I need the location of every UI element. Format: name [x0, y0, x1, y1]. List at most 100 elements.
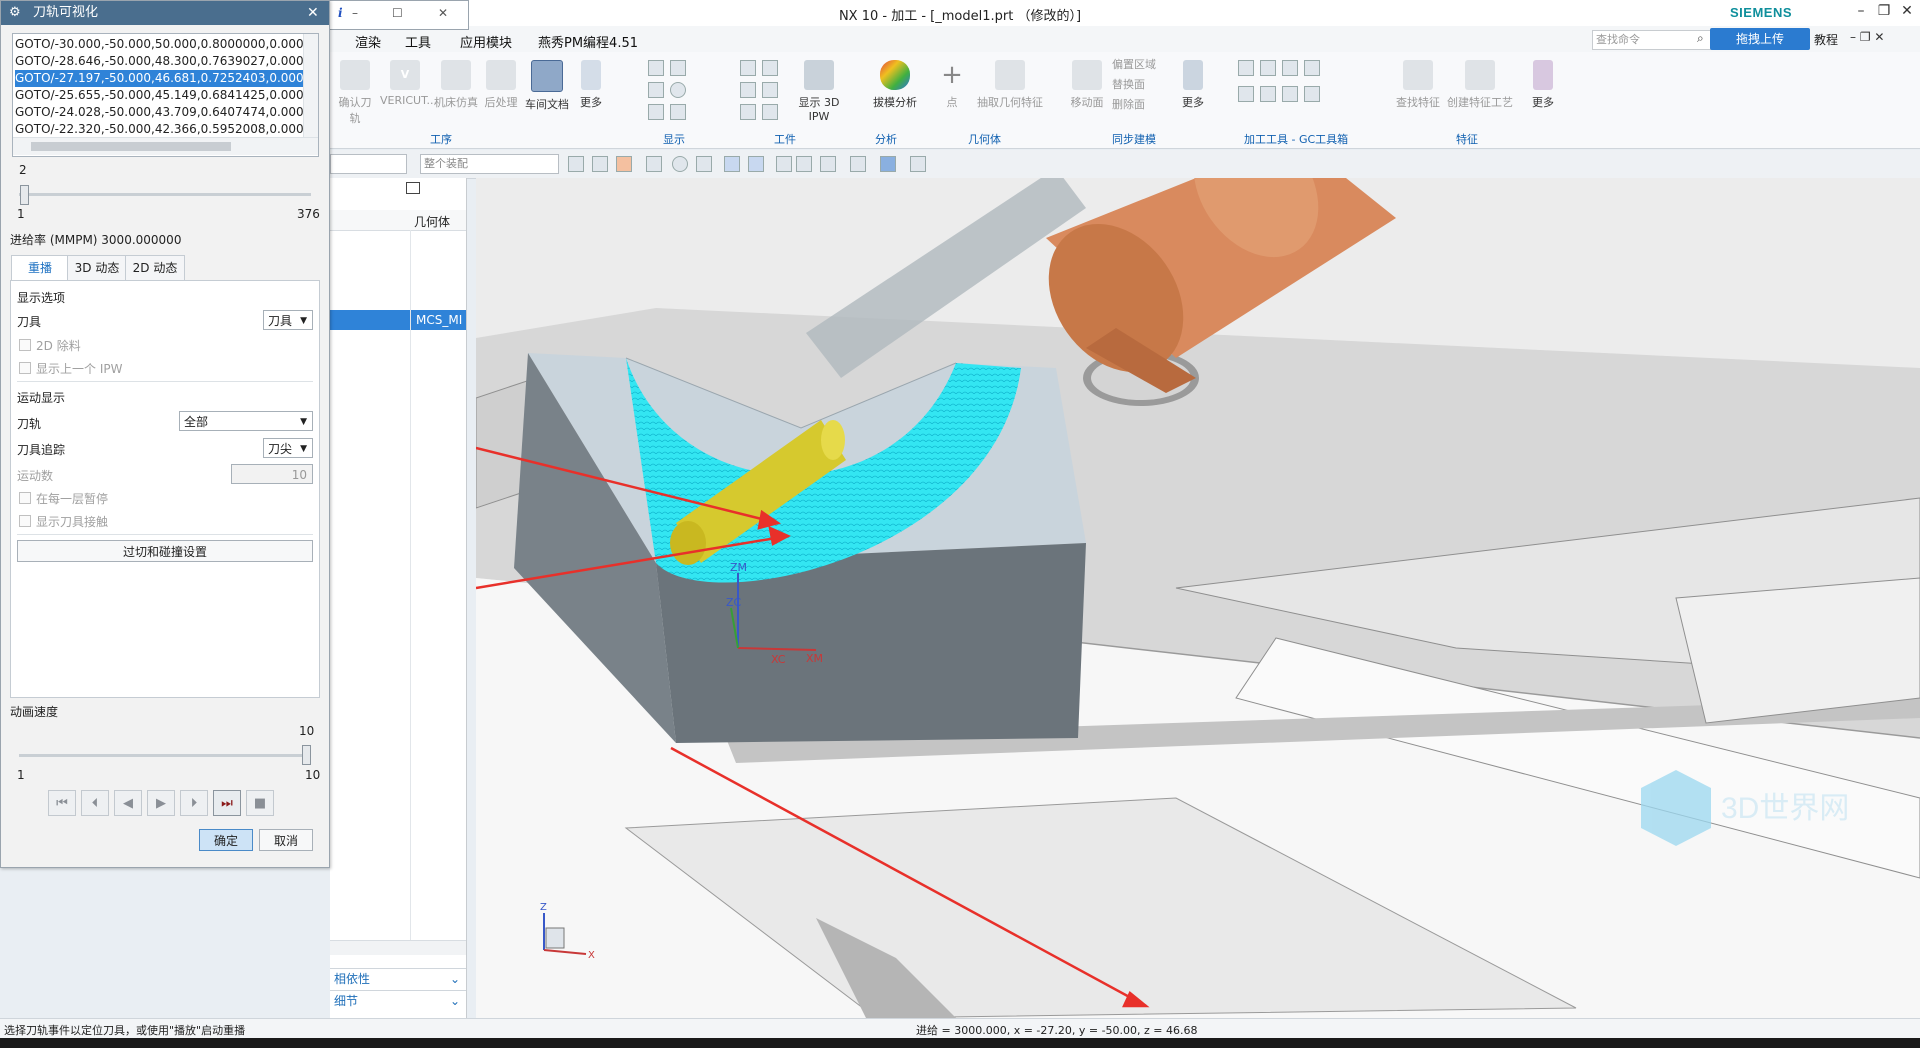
- render-style-icon[interactable]: [850, 156, 866, 172]
- inner-window-controls[interactable]: – ❐ ✕: [1850, 30, 1884, 44]
- search-icon[interactable]: ⌕: [1697, 31, 1704, 46]
- fast-forward-to-end-button[interactable]: ⏭: [213, 790, 241, 816]
- command-search-input[interactable]: 查找命令: [1592, 30, 1713, 50]
- goto-event-list[interactable]: GOTO/-30.000,-50.000,50.000,0.8000000,0.…: [12, 33, 319, 157]
- draft-analysis-button[interactable]: 拔模分析: [870, 60, 920, 110]
- display-icon-1[interactable]: [648, 60, 664, 76]
- gc-icon-4[interactable]: [1304, 60, 1320, 76]
- more-sync-button[interactable]: 更多: [1178, 60, 1208, 110]
- view-icon-1[interactable]: [724, 156, 740, 172]
- rewind-to-start-button[interactable]: ⏮: [48, 790, 76, 816]
- scrollbar-thumb[interactable]: [31, 142, 231, 151]
- workpiece-icon-1[interactable]: [740, 60, 756, 76]
- goto-list-item[interactable]: GOTO/-22.320,-50.000,42.366,0.5952008,0.…: [15, 121, 318, 138]
- view-icon-3[interactable]: [776, 156, 792, 172]
- goto-list-item[interactable]: GOTO/-28.646,-50.000,48.300,0.7639027,0.…: [15, 53, 318, 70]
- snap-icon-1[interactable]: [568, 156, 584, 172]
- tool-select[interactable]: 刀具 ▼: [263, 310, 313, 330]
- snap-icon-5[interactable]: [672, 156, 688, 172]
- goto-list-item[interactable]: GOTO/-30.000,-50.000,50.000,0.8000000,0.…: [15, 36, 318, 53]
- tool-trace-select[interactable]: 刀尖 ▼: [263, 438, 313, 458]
- assembly-filter-select[interactable]: 整个装配: [420, 154, 559, 174]
- move-face-button[interactable]: 移动面: [1068, 60, 1106, 110]
- display-icon-4[interactable]: [670, 82, 686, 98]
- ok-button[interactable]: 确定: [199, 829, 253, 851]
- menu-applications[interactable]: 应用模块: [460, 32, 512, 51]
- info-minimize-button[interactable]: –: [352, 6, 358, 20]
- menu-tools[interactable]: 工具: [405, 32, 431, 51]
- view-icon-4[interactable]: [796, 156, 812, 172]
- gc-icon-8[interactable]: [1304, 86, 1320, 102]
- check-tool-contact[interactable]: [19, 515, 31, 527]
- event-slider-track[interactable]: [19, 193, 311, 196]
- step-forward-button[interactable]: ⏵: [180, 790, 208, 816]
- find-feature-button[interactable]: 查找特征: [1394, 60, 1442, 110]
- cancel-button[interactable]: 取消: [259, 829, 313, 851]
- snap-icon-3[interactable]: [616, 156, 632, 172]
- replace-face-button[interactable]: 替换面: [1112, 76, 1145, 92]
- postprocess-button[interactable]: 后处理: [482, 60, 520, 110]
- display-icon-3[interactable]: [648, 82, 664, 98]
- selected-row[interactable]: MCS_MI: [330, 310, 466, 330]
- display-icon-5[interactable]: [648, 104, 664, 120]
- gc-icon-1[interactable]: [1238, 60, 1254, 76]
- section-details[interactable]: 细节 ⌄: [330, 990, 466, 1011]
- more-feature-button[interactable]: 更多: [1528, 60, 1558, 110]
- point-button[interactable]: + 点: [934, 60, 970, 110]
- shop-doc-button[interactable]: 车间文档: [523, 60, 571, 112]
- goto-list-item[interactable]: GOTO/-25.655,-50.000,45.149,0.6841425,0.…: [15, 87, 318, 104]
- info-close-button[interactable]: ✕: [438, 6, 448, 20]
- create-feature-process-button[interactable]: 创建特征工艺: [1444, 60, 1516, 110]
- type-filter-select[interactable]: [330, 154, 407, 174]
- workpiece-icon-2[interactable]: [762, 60, 778, 76]
- view-icon-2[interactable]: [748, 156, 764, 172]
- menu-render[interactable]: 渲染: [355, 32, 381, 51]
- speed-slider-thumb[interactable]: [302, 745, 311, 765]
- goto-list-item[interactable]: GOTO/-24.028,-50.000,43.709,0.6407474,0.…: [15, 104, 318, 121]
- graphics-viewport[interactable]: ZM ZC XC XM Z X 3D世界网: [476, 178, 1920, 1018]
- goto-list-item[interactable]: GOTO/-27.197,-50.000,46.681,0.7252403,0.…: [15, 70, 318, 87]
- workpiece-icon-3[interactable]: [740, 82, 756, 98]
- snap-icon-6[interactable]: [696, 156, 712, 172]
- view-icon-5[interactable]: [820, 156, 836, 172]
- workpiece-icon-4[interactable]: [762, 82, 778, 98]
- shade-icon[interactable]: [880, 156, 896, 172]
- maximize-icon[interactable]: [406, 182, 420, 194]
- gc-icon-2[interactable]: [1260, 60, 1276, 76]
- workpiece-icon-5[interactable]: [740, 104, 756, 120]
- check-2d-remove[interactable]: [19, 339, 31, 351]
- display-icon-2[interactable]: [670, 60, 686, 76]
- extract-geometry-button[interactable]: 抽取几何特征: [974, 60, 1046, 110]
- vericut-button[interactable]: V VERICUT...: [380, 60, 437, 107]
- gc-icon-5[interactable]: [1238, 86, 1254, 102]
- check-prev-ipw[interactable]: [19, 362, 31, 374]
- close-button[interactable]: ✕: [1894, 3, 1920, 23]
- motion-count-input[interactable]: 10: [231, 464, 313, 484]
- info-maximize-button[interactable]: ☐: [392, 6, 403, 20]
- delete-face-button[interactable]: 删除面: [1112, 96, 1145, 112]
- horizontal-scrollbar[interactable]: [330, 940, 466, 955]
- display-icon-6[interactable]: [670, 104, 686, 120]
- tutorial-link[interactable]: 教程: [1814, 31, 1838, 48]
- more-operation-button[interactable]: 更多: [576, 60, 606, 110]
- tab-2d-dynamic[interactable]: 2D 动态: [125, 255, 185, 281]
- offset-region-button[interactable]: 偏置区域: [1112, 56, 1156, 72]
- step-back-button[interactable]: ⏴: [81, 790, 109, 816]
- snap-icon-2[interactable]: [592, 156, 608, 172]
- snap-icon-4[interactable]: [646, 156, 662, 172]
- close-icon[interactable]: ✕: [307, 1, 319, 25]
- gc-icon-7[interactable]: [1282, 86, 1298, 102]
- gc-icon-6[interactable]: [1260, 86, 1276, 102]
- gouge-collision-settings-button[interactable]: 过切和碰撞设置: [17, 540, 313, 562]
- vertical-scrollbar[interactable]: [303, 34, 318, 137]
- stop-button[interactable]: ■: [246, 790, 274, 816]
- show-3d-ipw-button[interactable]: 显示 3D IPW: [788, 60, 850, 123]
- orient-icon[interactable]: [910, 156, 926, 172]
- menu-yanxiu-pm[interactable]: 燕秀PM编程4.51: [538, 32, 638, 51]
- event-slider-thumb[interactable]: [19, 185, 29, 205]
- section-dependencies[interactable]: 相依性 ⌄: [330, 968, 466, 989]
- toolpath-select[interactable]: 全部 ▼: [179, 411, 313, 431]
- play-reverse-button[interactable]: ◀: [114, 790, 142, 816]
- tab-replay[interactable]: 重播: [11, 255, 69, 281]
- speed-slider-track[interactable]: [19, 754, 311, 757]
